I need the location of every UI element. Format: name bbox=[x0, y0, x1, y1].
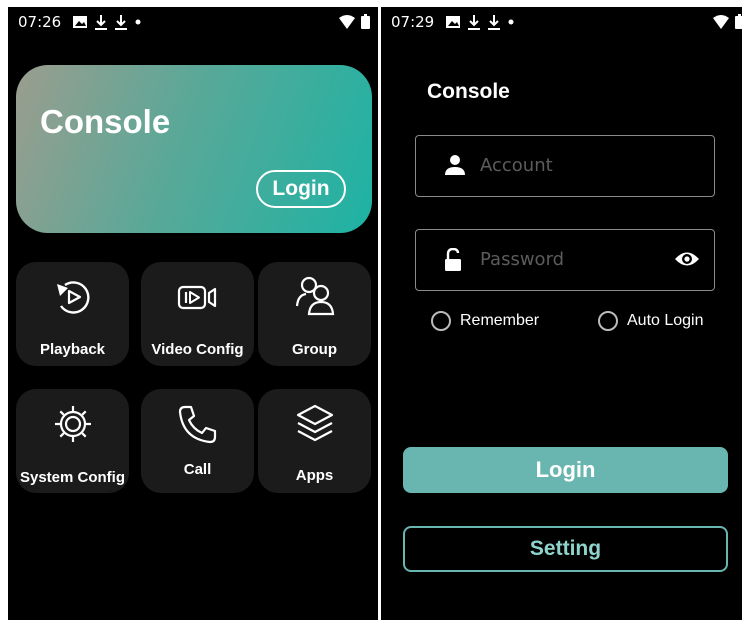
tile-label: Group bbox=[292, 341, 337, 358]
layers-icon bbox=[296, 404, 334, 442]
battery-icon bbox=[361, 14, 370, 33]
radio-circle bbox=[598, 311, 618, 331]
download-icon bbox=[115, 14, 128, 30]
eye-icon[interactable] bbox=[674, 249, 700, 274]
tile-video-config[interactable]: Video Config bbox=[141, 262, 254, 366]
download-icon bbox=[468, 14, 481, 30]
image-icon bbox=[446, 15, 461, 29]
setting-button[interactable]: Setting bbox=[403, 526, 728, 572]
battery-icon bbox=[735, 14, 742, 33]
remember-checkbox[interactable]: Remember bbox=[431, 311, 539, 331]
remember-label: Remember bbox=[460, 312, 540, 329]
login-screen: 07:29 Console Account Password Remember … bbox=[381, 7, 742, 620]
gear-icon bbox=[55, 406, 91, 442]
playback-icon bbox=[57, 281, 90, 314]
tile-label: Video Config bbox=[151, 341, 244, 358]
auto-login-checkbox[interactable]: Auto Login bbox=[598, 311, 704, 331]
account-input[interactable]: Account bbox=[480, 155, 553, 176]
hero-login-button[interactable]: Login bbox=[256, 170, 346, 208]
tile-playback[interactable]: Playback bbox=[16, 262, 129, 366]
status-time: 07:26 bbox=[18, 13, 62, 31]
tile-group[interactable]: Group bbox=[258, 262, 371, 366]
account-field[interactable]: Account bbox=[415, 135, 715, 197]
group-icon bbox=[295, 276, 335, 316]
tile-apps[interactable]: Apps bbox=[258, 389, 371, 493]
wifi-icon bbox=[713, 14, 729, 33]
password-field[interactable]: Password bbox=[415, 229, 715, 291]
login-button[interactable]: Login bbox=[403, 447, 728, 493]
auto-login-label: Auto Login bbox=[627, 312, 704, 329]
download-icon bbox=[488, 14, 501, 30]
status-time: 07:29 bbox=[391, 13, 435, 31]
password-input[interactable]: Password bbox=[480, 249, 564, 270]
tile-label: System Config bbox=[19, 469, 125, 486]
page-title: Console bbox=[427, 80, 510, 103]
download-icon bbox=[95, 14, 108, 30]
tile-label: Call bbox=[183, 461, 212, 478]
video-config-icon bbox=[177, 285, 217, 310]
status-bar: 07:26 bbox=[8, 7, 378, 37]
tile-system-config[interactable]: System Config bbox=[16, 389, 129, 493]
user-icon bbox=[444, 154, 466, 181]
tile-label: Playback bbox=[39, 341, 106, 358]
unlock-icon bbox=[444, 247, 464, 277]
dot-icon bbox=[135, 19, 141, 25]
dot-icon bbox=[508, 19, 514, 25]
home-screen: 07:26 Console Login Playback Video Confi… bbox=[8, 7, 378, 620]
tile-call[interactable]: Call bbox=[141, 389, 254, 493]
radio-circle bbox=[431, 311, 451, 331]
tile-label: Apps bbox=[295, 467, 334, 484]
status-bar: 07:29 bbox=[381, 7, 742, 37]
phone-icon bbox=[178, 405, 217, 444]
wifi-icon bbox=[339, 14, 355, 33]
console-hero-card: Console Login bbox=[16, 65, 372, 233]
hero-title: Console bbox=[40, 103, 171, 140]
image-icon bbox=[73, 15, 88, 29]
